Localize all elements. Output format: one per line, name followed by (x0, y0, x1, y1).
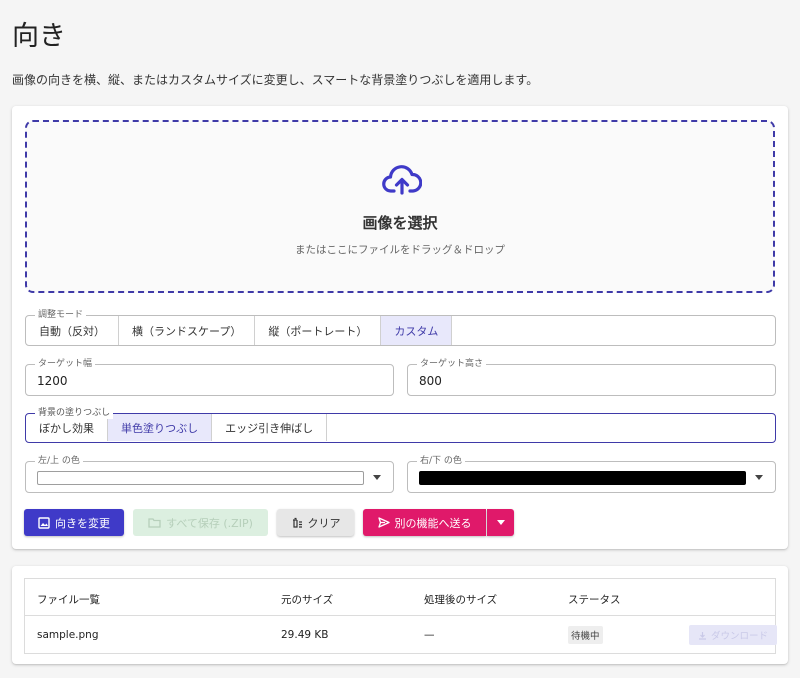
processed-size: — (424, 629, 435, 641)
apply-orientation-label: 向きを変更 (55, 516, 110, 530)
download-button[interactable]: ダウンロード (689, 625, 777, 645)
download-label: ダウンロード (710, 631, 768, 642)
color-right-bottom-select[interactable]: 右/下 の色 (407, 456, 776, 493)
download-icon (698, 631, 706, 640)
status-badge: 待機中 (568, 626, 603, 644)
background-fill-group: 背景の塗りつぶし ぼかし効果 単色塗りつぶし エッジ引き伸ばし (25, 408, 776, 443)
file-name: sample.png (37, 629, 99, 641)
background-fill-legend: 背景の塗りつぶし (35, 408, 114, 419)
save-all-zip-label: すべて保存 (.ZIP) (166, 516, 253, 530)
clear-all-icon (292, 517, 302, 528)
color-right-bottom-swatch (419, 471, 746, 485)
dropzone-subtitle: またはここにファイルをドラッグ＆ドロップ (295, 244, 505, 256)
mode-custom[interactable]: カスタム (381, 316, 453, 345)
image-icon (38, 516, 50, 529)
send-to-feature-label: 別の機能へ送る (394, 516, 472, 530)
fill-edge-stretch[interactable]: エッジ引き伸ばし (212, 414, 328, 441)
clear-label: クリア (307, 516, 341, 530)
send-to-feature-button[interactable]: 別の機能へ送る (363, 509, 486, 536)
mode-landscape[interactable]: 横（ランドスケープ） (119, 316, 256, 345)
page-title: 向き (12, 21, 66, 52)
image-dropzone[interactable]: 画像を選択 またはここにファイルをドラッグ＆ドロップ (25, 120, 775, 293)
color-left-top-select[interactable]: 左/上 の色 (25, 456, 394, 493)
send-icon (377, 517, 390, 528)
file-list-card: ファイル一覧 元のサイズ 処理後のサイズ ステータス sample.png 29… (12, 566, 788, 664)
adjust-mode-legend: 調整モード (35, 310, 87, 321)
clear-button[interactable]: クリア (277, 509, 354, 536)
fill-solid[interactable]: 単色塗りつぶし (108, 414, 213, 441)
cloud-upload-icon (382, 165, 422, 195)
send-options-dropdown-button[interactable] (487, 509, 514, 536)
target-width-label: ターゲット幅 (35, 359, 96, 370)
apply-orientation-button[interactable]: 向きを変更 (24, 509, 124, 536)
color-left-top-swatch (37, 471, 364, 485)
mode-portrait[interactable]: 縦（ポートレート） (255, 316, 382, 345)
target-height-value: 800 (419, 374, 442, 388)
header-original-size: 元のサイズ (281, 594, 334, 606)
target-width-field[interactable]: ターゲット幅 1200 (25, 359, 394, 396)
settings-card: 画像を選択 またはここにファイルをドラッグ＆ドロップ 調整モード 自動（反対） … (12, 106, 788, 549)
original-size: 29.49 KB (281, 629, 329, 641)
chevron-down-icon (373, 475, 381, 480)
dropzone-title: 画像を選択 (362, 214, 438, 232)
save-all-zip-button[interactable]: すべて保存 (.ZIP) (133, 509, 268, 536)
header-status: ステータス (568, 594, 621, 606)
chevron-down-icon (496, 520, 505, 525)
folder-icon (148, 518, 161, 528)
target-height-label: ターゲット高さ (417, 359, 487, 370)
target-width-value: 1200 (37, 374, 68, 388)
header-file-list: ファイル一覧 (37, 594, 100, 606)
page-description: 画像の向きを横、縦、またはカスタムサイズに変更し、スマートな背景塗りつぶしを適用… (12, 73, 539, 87)
target-height-field[interactable]: ターゲット高さ 800 (407, 359, 776, 396)
header-processed-size: 処理後のサイズ (424, 594, 498, 606)
chevron-down-icon (755, 475, 763, 480)
color-right-bottom-label: 右/下 の色 (417, 456, 465, 467)
table-header: ファイル一覧 元のサイズ 処理後のサイズ ステータス (25, 579, 775, 616)
color-left-top-label: 左/上 の色 (35, 456, 83, 467)
adjust-mode-group: 調整モード 自動（反対） 横（ランドスケープ） 縦（ポートレート） カスタム (25, 310, 776, 346)
file-table: ファイル一覧 元のサイズ 処理後のサイズ ステータス sample.png 29… (24, 578, 777, 654)
